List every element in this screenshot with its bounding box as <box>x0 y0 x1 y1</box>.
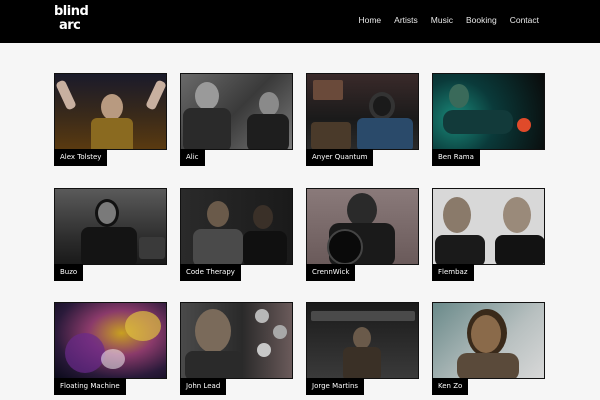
artist-name[interactable]: Ken Zo <box>432 378 469 395</box>
artist-card[interactable] <box>54 302 167 379</box>
artist-photo <box>55 189 166 264</box>
artist-photo <box>307 189 418 264</box>
artist-photo <box>181 189 292 264</box>
artist-photo <box>433 303 544 378</box>
artist-photo <box>55 303 166 378</box>
artist-name[interactable]: Floating Machine <box>54 378 126 395</box>
artist-photo <box>307 303 418 378</box>
artist-photo <box>307 74 418 149</box>
artist-name[interactable]: Buzo <box>54 264 84 281</box>
artist-card[interactable] <box>180 302 293 379</box>
artist-name[interactable]: Anyer Quantum <box>306 149 374 166</box>
artist-name[interactable]: Alex Tolstey <box>54 149 108 166</box>
artist-photo <box>433 74 544 149</box>
artist-card[interactable] <box>432 73 545 150</box>
artist-photo <box>55 74 166 149</box>
artist-name[interactable]: CrennWick <box>306 264 356 281</box>
artist-card[interactable] <box>432 302 545 379</box>
artist-name[interactable]: Code Therapy <box>180 264 241 281</box>
artist-card[interactable] <box>432 188 545 265</box>
artist-grid: Alex Tolstey Alic Anyer Quantum Ben Rama <box>0 0 600 400</box>
artist-card[interactable] <box>306 302 419 379</box>
artist-name[interactable]: John Lead <box>180 378 227 395</box>
artist-photo <box>181 303 292 378</box>
artist-name[interactable]: Flembaz <box>432 264 474 281</box>
artist-card[interactable] <box>180 188 293 265</box>
artist-photo <box>181 74 292 149</box>
artist-card[interactable] <box>306 188 419 265</box>
artist-photo <box>433 189 544 264</box>
artist-card[interactable] <box>306 73 419 150</box>
artist-name[interactable]: Ben Rama <box>432 149 480 166</box>
artist-card[interactable] <box>54 188 167 265</box>
artist-name[interactable]: Jorge Martins <box>306 378 365 395</box>
artist-card[interactable] <box>180 73 293 150</box>
artist-name[interactable]: Alic <box>180 149 205 166</box>
artist-card[interactable] <box>54 73 167 150</box>
